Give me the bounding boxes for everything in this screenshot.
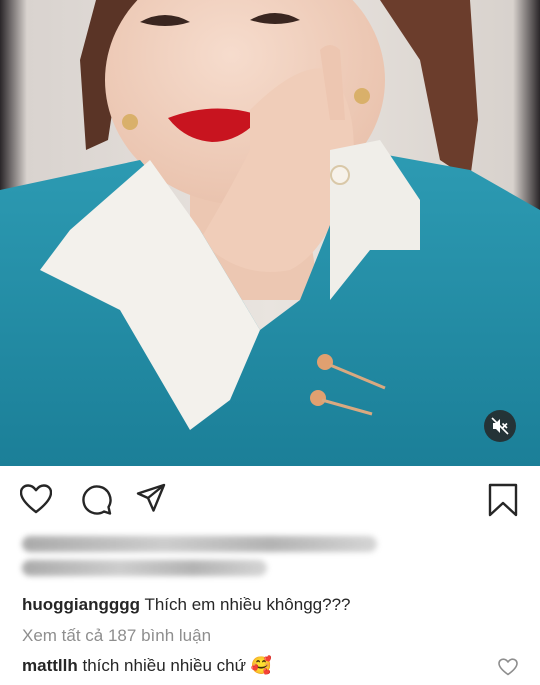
view-all-comments-link[interactable]: Xem tất cả 187 bình luận [22, 625, 211, 647]
post-caption: huoggiangggg Thích em nhiều khôngg??? [22, 594, 351, 616]
likes-summary-blurred-2 [22, 560, 267, 576]
save-button[interactable] [488, 483, 518, 522]
comment-bubble-icon [82, 485, 112, 515]
heart-outline-icon [19, 484, 53, 514]
comment-text: thích nhiều nhiều chứ [82, 656, 247, 675]
speaker-muted-icon [491, 417, 509, 435]
bookmark-outline-icon [488, 483, 518, 517]
smiling-hearts-emoji: 🥰 [250, 656, 272, 675]
comment-button[interactable] [80, 484, 112, 521]
post-photo [0, 0, 540, 466]
post-video[interactable] [0, 0, 540, 466]
paper-plane-icon [136, 483, 166, 512]
comment-row: mattllh thích nhiều nhiều chứ 🥰 [22, 655, 272, 677]
mute-button[interactable] [484, 410, 516, 442]
heart-outline-icon [498, 658, 518, 676]
likes-summary-blurred [22, 536, 377, 552]
like-button[interactable] [19, 484, 53, 519]
share-button[interactable] [136, 483, 166, 518]
caption-text: Thích em nhiều khôngg??? [144, 595, 351, 614]
comment-like-button[interactable] [498, 658, 518, 681]
caption-username[interactable]: huoggiangggg [22, 595, 140, 614]
comment-username[interactable]: mattllh [22, 656, 78, 675]
action-bar [0, 466, 540, 528]
